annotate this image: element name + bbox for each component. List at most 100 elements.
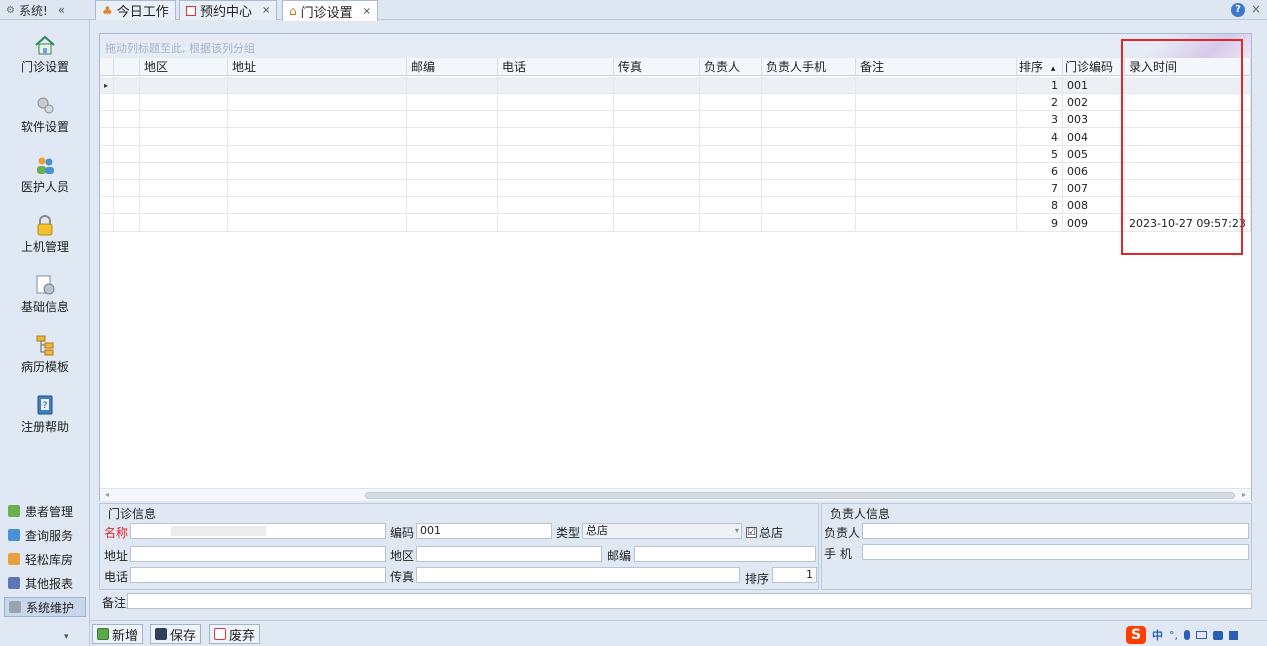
horizontal-scrollbar[interactable]: ◂ ▸ xyxy=(100,488,1251,501)
address-field[interactable] xyxy=(130,546,386,562)
table-cell[interactable] xyxy=(140,128,228,146)
order-cell[interactable]: 1 xyxy=(1017,77,1063,94)
table-cell[interactable] xyxy=(114,94,140,112)
table-cell[interactable] xyxy=(114,197,140,215)
table-cell[interactable] xyxy=(762,214,856,232)
module-warehouse[interactable]: 轻松库房 xyxy=(4,549,86,569)
table-cell[interactable] xyxy=(100,128,114,146)
column-header-address[interactable]: 地址 xyxy=(228,58,407,76)
skin-icon[interactable] xyxy=(1213,630,1223,640)
order-cell[interactable]: 2 xyxy=(1017,94,1063,112)
table-cell[interactable] xyxy=(498,94,614,112)
module-other-reports[interactable]: 其他报表 xyxy=(4,573,86,593)
table-cell[interactable] xyxy=(140,180,228,198)
table-cell[interactable] xyxy=(100,180,114,198)
column-header-order[interactable]: 排序 ▴ xyxy=(1017,58,1063,76)
table-cell[interactable] xyxy=(228,214,407,232)
entry-time-cell[interactable] xyxy=(1125,111,1251,129)
code-field[interactable]: 001 xyxy=(416,523,552,539)
table-row[interactable]: 8 008 xyxy=(100,197,1251,215)
order-cell[interactable]: 9 xyxy=(1017,214,1063,232)
clinic-code-cell[interactable]: 004 xyxy=(1063,128,1125,146)
table-cell[interactable] xyxy=(498,111,614,129)
table-cell[interactable] xyxy=(228,94,407,112)
table-row[interactable]: 6 006 xyxy=(100,163,1251,180)
help-icon[interactable]: ? xyxy=(1231,3,1245,17)
clinic-code-cell[interactable]: 008 xyxy=(1063,197,1125,215)
clinic-code-cell[interactable]: 009 xyxy=(1063,214,1125,232)
table-cell[interactable] xyxy=(762,77,856,94)
table-cell[interactable] xyxy=(114,214,140,232)
table-cell[interactable] xyxy=(856,77,1017,94)
sidebar-item-software-settings[interactable]: 软件设置 xyxy=(0,88,90,144)
table-cell[interactable] xyxy=(100,111,114,129)
fax-field[interactable] xyxy=(416,567,740,583)
table-cell[interactable] xyxy=(228,111,407,129)
entry-time-cell[interactable] xyxy=(1125,197,1251,215)
table-row[interactable]: 3 003 xyxy=(100,111,1251,129)
table-cell[interactable] xyxy=(614,163,700,180)
table-cell[interactable] xyxy=(114,77,140,94)
entry-time-cell[interactable] xyxy=(1125,180,1251,198)
table-cell[interactable] xyxy=(228,197,407,215)
punctuation-icon[interactable]: °, xyxy=(1169,629,1178,642)
clinic-code-cell[interactable]: 001 xyxy=(1063,77,1125,94)
owner-field[interactable] xyxy=(862,523,1249,539)
table-cell[interactable] xyxy=(700,77,762,94)
column-header-fax[interactable]: 传真 xyxy=(614,58,700,76)
clinic-code-cell[interactable]: 003 xyxy=(1063,111,1125,129)
table-cell[interactable] xyxy=(700,128,762,146)
table-cell[interactable] xyxy=(100,197,114,215)
scroll-right-icon[interactable]: ▸ xyxy=(1242,490,1246,499)
name-field[interactable] xyxy=(130,523,386,539)
column-header-owner[interactable]: 负责人 xyxy=(700,58,762,76)
discard-button[interactable]: 废弃 xyxy=(209,624,261,644)
type-select[interactable]: 总店 ▾ xyxy=(582,523,742,539)
chevron-down-icon[interactable]: ▾ xyxy=(64,632,69,642)
clinic-code-cell[interactable]: 002 xyxy=(1063,94,1125,112)
scroll-left-icon[interactable]: ◂ xyxy=(105,490,109,499)
column-header-phone[interactable]: 电话 xyxy=(498,58,614,76)
table-cell[interactable] xyxy=(762,94,856,112)
table-cell[interactable] xyxy=(614,111,700,129)
sidebar-item-medical-staff[interactable]: 医护人员 xyxy=(0,148,90,204)
clinic-code-cell[interactable]: 005 xyxy=(1063,145,1125,163)
table-cell[interactable] xyxy=(614,197,700,215)
table-cell[interactable] xyxy=(407,180,498,198)
order-cell[interactable]: 6 xyxy=(1017,163,1063,180)
scrollbar-thumb[interactable] xyxy=(365,492,1235,499)
table-cell[interactable] xyxy=(856,128,1017,146)
order-cell[interactable]: 3 xyxy=(1017,111,1063,129)
table-cell[interactable] xyxy=(140,111,228,129)
table-cell[interactable] xyxy=(498,197,614,215)
module-patient-management[interactable]: 患者管理 xyxy=(4,501,86,521)
table-cell[interactable] xyxy=(100,145,114,163)
order-cell[interactable]: 8 xyxy=(1017,197,1063,215)
table-row[interactable]: 4 004 xyxy=(100,128,1251,146)
close-icon[interactable]: × xyxy=(262,5,270,16)
table-cell[interactable] xyxy=(228,128,407,146)
table-cell[interactable] xyxy=(856,163,1017,180)
table-cell[interactable] xyxy=(762,163,856,180)
close-icon[interactable]: × xyxy=(363,6,371,17)
entry-time-cell[interactable] xyxy=(1125,145,1251,163)
tab-appointment-center[interactable]: 预约中心 × xyxy=(179,0,278,20)
table-cell[interactable] xyxy=(762,111,856,129)
table-cell[interactable] xyxy=(614,214,700,232)
column-header-clinic-code[interactable]: 门诊编码 xyxy=(1063,58,1125,76)
table-cell[interactable] xyxy=(100,163,114,180)
table-cell[interactable] xyxy=(407,111,498,129)
table-cell[interactable] xyxy=(140,163,228,180)
table-cell[interactable] xyxy=(407,145,498,163)
ime-language[interactable]: 中 xyxy=(1152,627,1163,643)
add-button[interactable]: 新增 xyxy=(92,624,144,644)
table-cell[interactable] xyxy=(140,77,228,94)
table-cell[interactable] xyxy=(228,180,407,198)
table-cell[interactable] xyxy=(762,180,856,198)
entry-time-cell[interactable] xyxy=(1125,163,1251,180)
save-button[interactable]: 保存 xyxy=(150,624,202,644)
table-row[interactable]: 5 005 xyxy=(100,145,1251,163)
table-cell[interactable] xyxy=(140,197,228,215)
table-cell[interactable] xyxy=(614,180,700,198)
sidebar-item-login-management[interactable]: 上机管理 xyxy=(0,208,90,264)
